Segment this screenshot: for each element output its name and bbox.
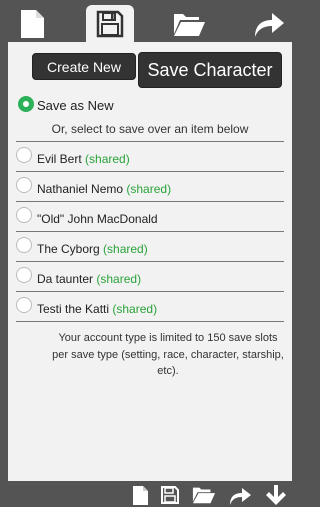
save-as-new-radio[interactable] — [18, 96, 34, 112]
item-label: Da taunter (shared) — [37, 272, 142, 286]
save-limit-note: Your account type is limited to 150 save… — [52, 332, 284, 377]
shared-tag: (shared) — [103, 242, 148, 256]
bottom-new-button[interactable] — [128, 484, 152, 506]
shared-tag: (shared) — [126, 182, 172, 196]
bottom-open-button[interactable] — [192, 484, 216, 506]
tab-open[interactable] — [165, 5, 213, 42]
save-panel: Create New Save Character Save as New Or… — [8, 42, 292, 481]
down-arrow-icon — [266, 485, 286, 505]
shared-tag: (shared) — [96, 272, 142, 286]
tab-save[interactable] — [86, 5, 134, 42]
item-radio[interactable] — [16, 147, 32, 163]
save-over-hint: Or, select to save over an item below — [51, 122, 249, 136]
item-radio[interactable] — [16, 207, 32, 223]
item-radio[interactable] — [16, 297, 32, 313]
save-icon — [161, 486, 179, 504]
open-folder-icon — [192, 487, 216, 504]
item-label: The Cyborg (shared) — [37, 242, 148, 256]
shared-tag: (shared) — [112, 302, 158, 316]
item-radio[interactable] — [16, 237, 32, 253]
tab-bar — [0, 0, 300, 42]
list-item[interactable]: Nathaniel Nemo (shared) — [16, 171, 284, 201]
bottom-save-button[interactable] — [158, 484, 182, 506]
list-item[interactable]: The Cyborg (shared) — [16, 231, 284, 261]
bottom-download-button[interactable] — [264, 484, 288, 506]
list-item[interactable]: Evil Bert (shared) — [16, 141, 284, 171]
save-as-new-label: Save as New — [37, 98, 114, 113]
item-label: Evil Bert (shared) — [37, 152, 130, 166]
tab-new[interactable] — [8, 5, 56, 42]
item-radio[interactable] — [16, 267, 32, 283]
save-character-button[interactable]: Save Character — [138, 52, 282, 88]
item-label: Nathaniel Nemo (shared) — [37, 182, 172, 196]
bottom-share-button[interactable] — [228, 484, 252, 506]
open-folder-icon — [174, 13, 205, 36]
share-arrow-icon — [230, 487, 251, 505]
share-arrow-icon — [255, 12, 284, 37]
list-divider — [16, 321, 284, 322]
new-file-icon — [133, 485, 148, 505]
list-item[interactable]: Testi the Katti (shared) — [16, 291, 284, 321]
item-label: Testi the Katti (shared) — [37, 302, 158, 316]
list-item[interactable]: Da taunter (shared) — [16, 261, 284, 291]
item-label: "Old" John MacDonald — [37, 212, 158, 226]
new-file-icon — [21, 9, 44, 38]
bottom-toolbar — [128, 484, 300, 506]
item-radio[interactable] — [16, 177, 32, 193]
create-new-button[interactable]: Create New — [32, 53, 136, 80]
shared-tag: (shared) — [85, 152, 130, 166]
save-icon — [96, 10, 124, 37]
list-item[interactable]: "Old" John MacDonald — [16, 201, 284, 231]
tab-share[interactable] — [245, 5, 293, 42]
saved-items-list: Evil Bert (shared) Nathaniel Nemo (share… — [8, 141, 292, 322]
